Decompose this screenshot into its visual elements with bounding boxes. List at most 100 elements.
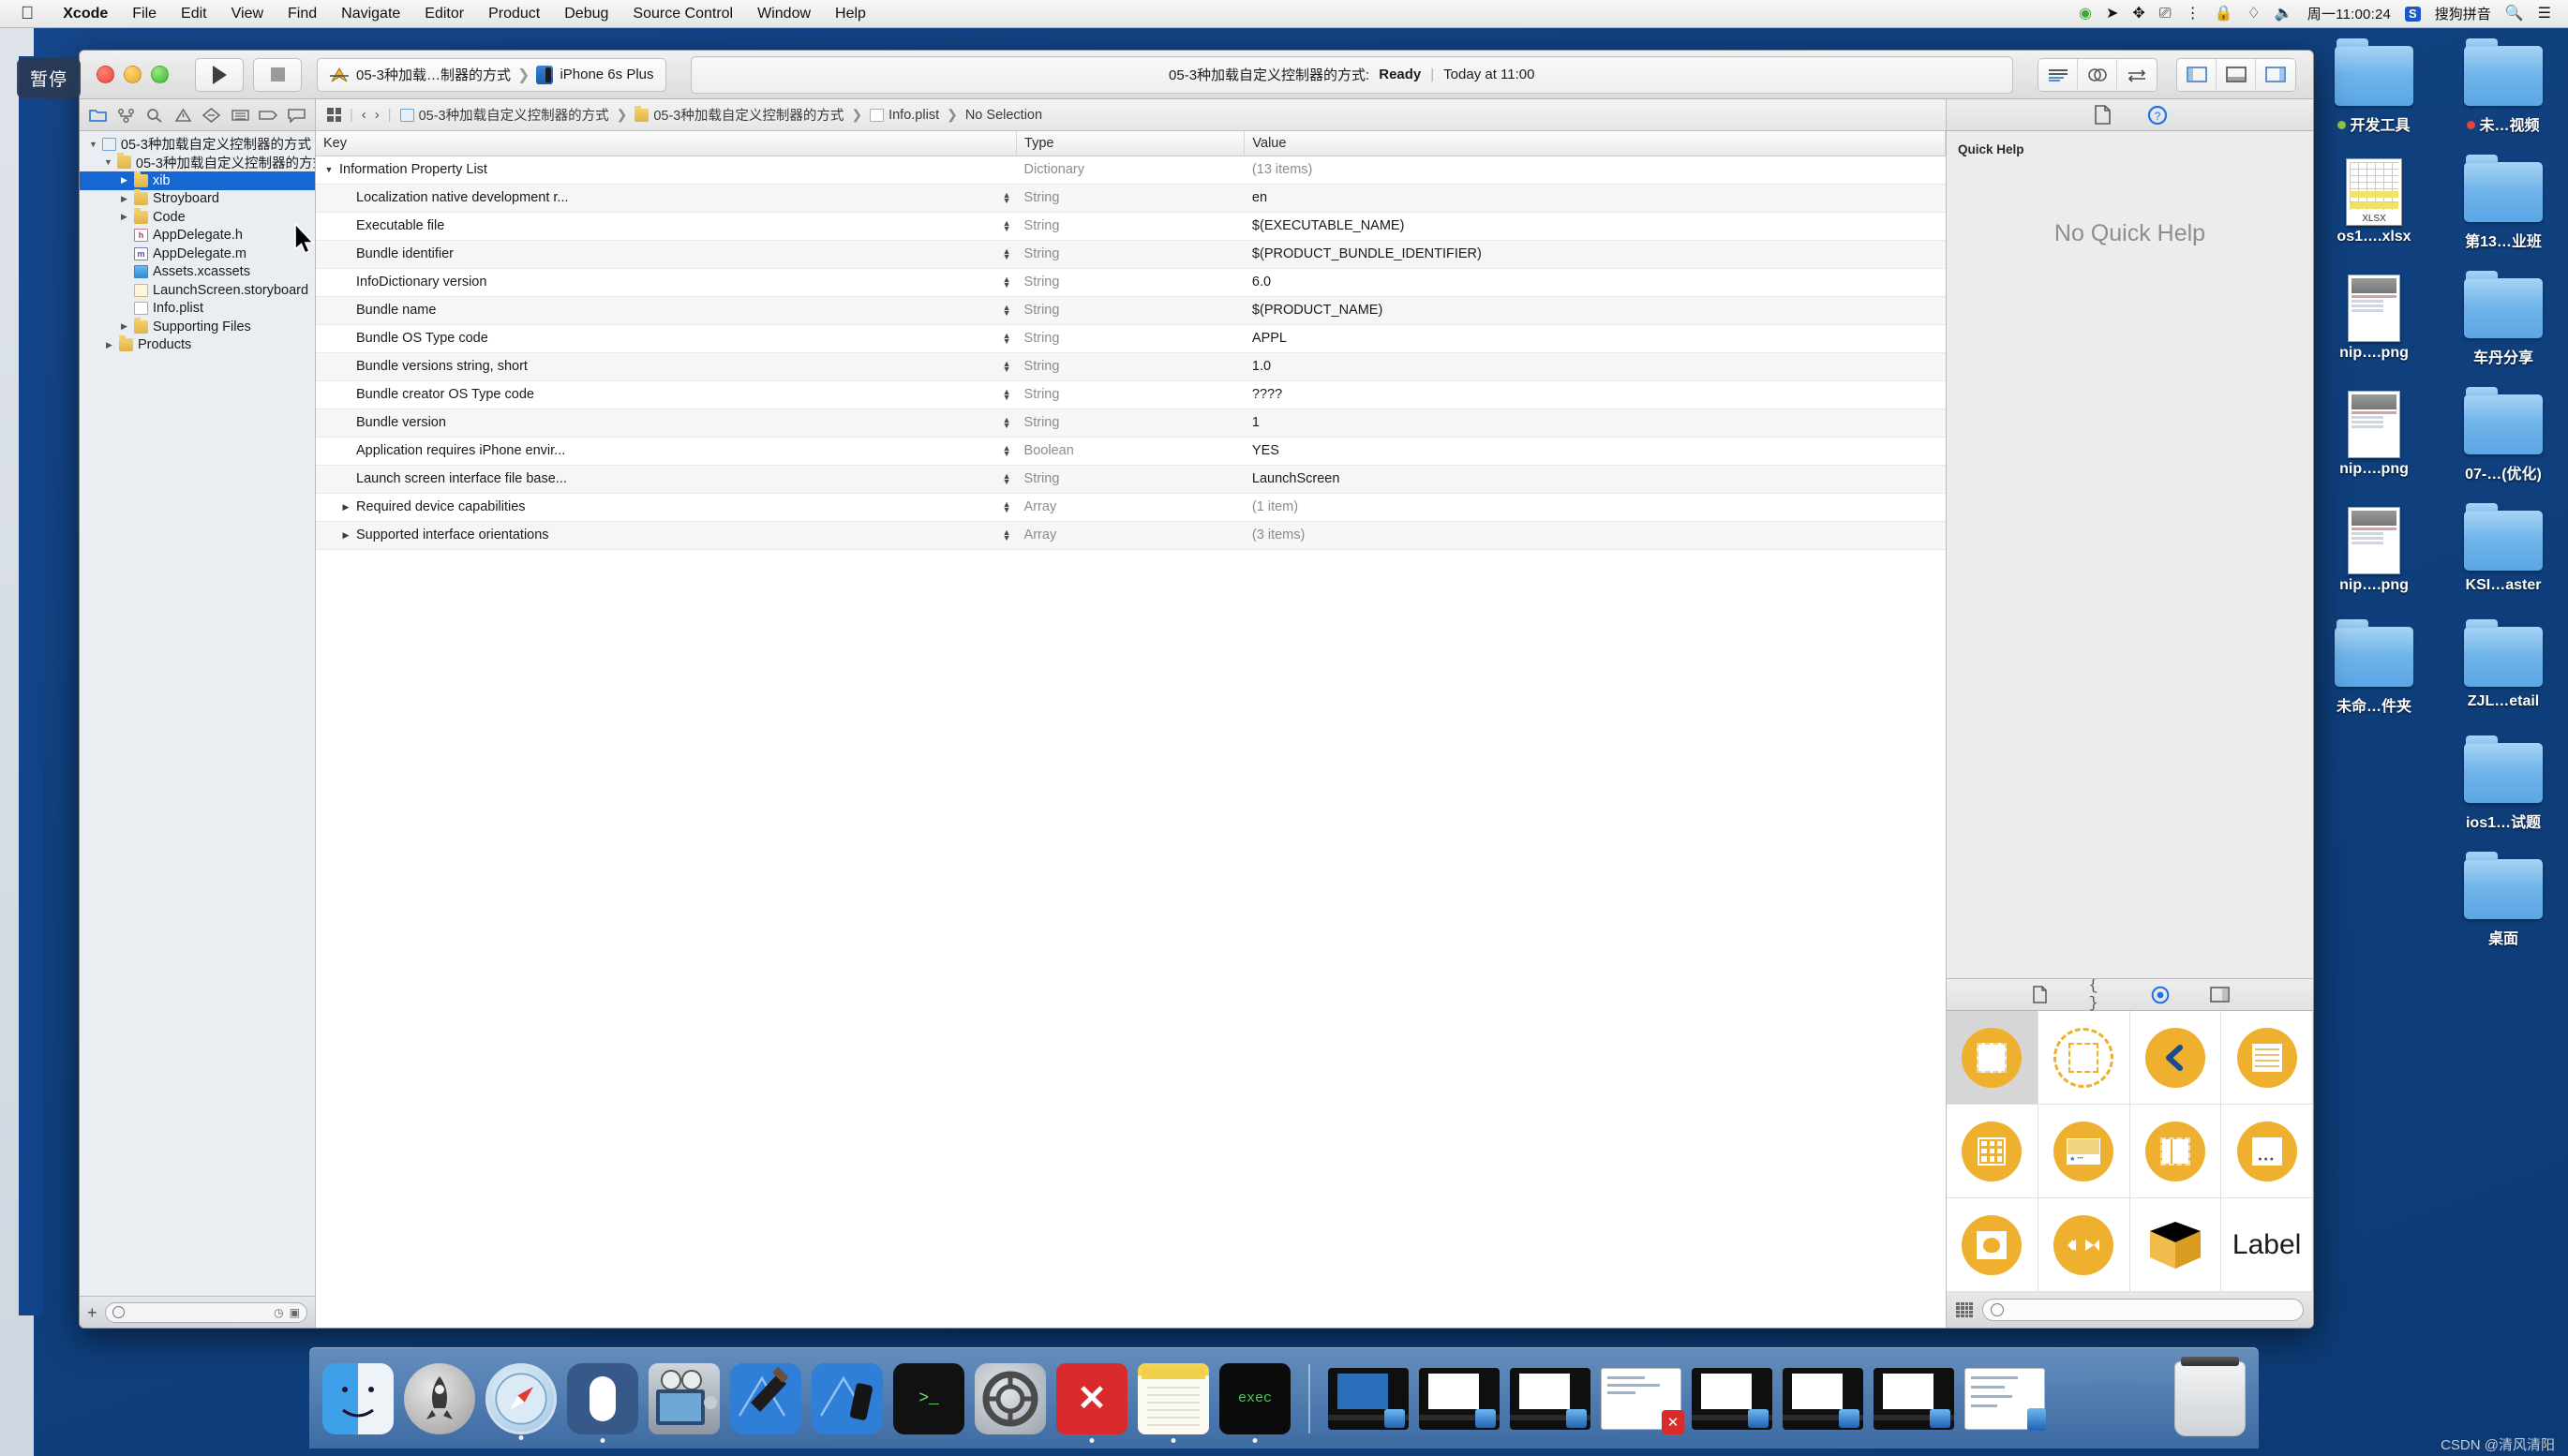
plist-column-header[interactable]: Key: [316, 131, 1018, 156]
back-button[interactable]: ‹: [362, 107, 366, 123]
plist-value-cell[interactable]: 6.0: [1244, 268, 1946, 297]
plist-row[interactable]: Launch screen interface file base... ▲ ▼ St…: [316, 465, 1946, 494]
plist-row[interactable]: Application requires iPhone envir... ▲ ▼ Bo…: [316, 437, 1946, 466]
disclosure-triangle-open-icon[interactable]: ▼: [323, 165, 335, 174]
clock-icon[interactable]: ◷: [274, 1306, 283, 1319]
plist-row[interactable]: Executable file ▲ ▼ String $(EXECUTABLE_NAME…: [316, 212, 1946, 241]
code-snippet-library-tab[interactable]: { }: [2089, 977, 2112, 1013]
stop-button[interactable]: [253, 57, 302, 92]
disclosure-triangle-closed-icon[interactable]: ▶: [119, 175, 129, 186]
source-control-filter-icon[interactable]: ▣: [290, 1306, 300, 1319]
desktop-icon[interactable]: 第13…业班: [2442, 154, 2564, 264]
plist-add-stepper[interactable]: ▲ ▼: [1003, 332, 1011, 346]
plist-row[interactable]: Bundle creator OS Type code ▲ ▼ String????: [316, 380, 1946, 409]
terminal-dock-icon[interactable]: >_: [893, 1362, 964, 1434]
plist-add-stepper[interactable]: ▲ ▼: [1003, 416, 1011, 430]
minimized-window-4[interactable]: [1692, 1367, 1772, 1430]
plist-add-stepper[interactable]: ▲ ▼: [1003, 304, 1011, 318]
plist-key-cell[interactable]: Bundle creator OS Type code ▲ ▼: [316, 380, 1017, 409]
disclosure-triangle-closed-icon[interactable]: ▶: [119, 194, 129, 204]
menu-item-find[interactable]: Find: [276, 6, 329, 22]
plist-add-stepper[interactable]: ▲ ▼: [1003, 219, 1011, 233]
table-view-controller-object[interactable]: [2221, 1011, 2313, 1105]
minimize-button[interactable]: [124, 66, 142, 83]
minimized-window-6[interactable]: [1874, 1367, 1954, 1430]
related-items-icon[interactable]: [327, 108, 341, 122]
menu-item-view[interactable]: View: [219, 6, 276, 22]
navigator-row[interactable]: ▶ Code: [80, 207, 315, 227]
scheme-selector[interactable]: 05-3种加载…制器的方式 ❯ iPhone 6s Plus: [317, 57, 666, 92]
menu-item-source-control[interactable]: Source Control: [620, 6, 745, 22]
show-inspector-icon[interactable]: [2256, 58, 2295, 91]
plist-type-cell[interactable]: Boolean: [1016, 437, 1245, 466]
minimized-window-3[interactable]: [1510, 1367, 1590, 1430]
split-view-controller-object[interactable]: [2129, 1105, 2222, 1198]
file-inspector-tab[interactable]: [2092, 104, 2114, 126]
plist-type-cell[interactable]: String: [1016, 212, 1245, 241]
project-navigator-tab[interactable]: [87, 105, 108, 126]
standard-editor-icon[interactable]: [2038, 58, 2078, 91]
breadcrumb-item[interactable]: 05-3种加载自定义控制器的方式: [399, 105, 609, 125]
breakpoint-navigator-tab[interactable]: [258, 105, 278, 126]
menu-item-window[interactable]: Window: [745, 6, 823, 22]
show-navigator-icon[interactable]: [2177, 58, 2217, 91]
disclosure-triangle-closed-icon[interactable]: ▶: [119, 212, 129, 222]
plist-column-header[interactable]: Value: [1244, 131, 1946, 156]
plist-value-cell[interactable]: APPL: [1244, 324, 1946, 353]
plist-add-stepper[interactable]: ▲ ▼: [1003, 191, 1011, 205]
minimized-window-5[interactable]: [1783, 1367, 1863, 1430]
plist-add-stepper[interactable]: ▲ ▼: [1003, 275, 1011, 290]
file-template-library-tab[interactable]: [2029, 984, 2052, 1006]
plist-type-cell[interactable]: String: [1016, 380, 1245, 409]
issue-navigator-tab[interactable]: [172, 105, 193, 126]
plist-row[interactable]: Bundle version ▲ ▼ String 1: [316, 409, 1946, 438]
plist-key-cell[interactable]: Localization native development r... ▲ ▼: [316, 184, 1017, 213]
volume-icon[interactable]: 🔈: [2275, 6, 2293, 22]
plist-value-cell[interactable]: en: [1244, 184, 1946, 213]
menu-item-xcode[interactable]: Xcode: [51, 6, 120, 22]
bluetooth-icon[interactable]: ✥: [2132, 6, 2144, 22]
plist-type-cell[interactable]: String: [1016, 184, 1245, 213]
plist-type-cell[interactable]: String: [1016, 296, 1245, 325]
xcode-beta-dock-icon[interactable]: [812, 1362, 883, 1434]
view-controller-object[interactable]: [1947, 1011, 2038, 1105]
plist-value-cell[interactable]: $(PRODUCT_NAME): [1244, 296, 1946, 325]
disclosure-triangle-open-icon[interactable]: ▼: [104, 157, 112, 167]
navigator-row[interactable]: ▶ Products: [80, 335, 315, 355]
plist-type-cell[interactable]: String: [1016, 352, 1245, 381]
disclosure-triangle-closed-icon[interactable]: ▶: [104, 340, 114, 350]
navigator-row[interactable]: ▶ Stroyboard: [80, 189, 315, 209]
source-control-navigator-tab[interactable]: [116, 105, 137, 126]
symbol-navigator-tab[interactable]: [144, 105, 165, 126]
breadcrumb-item[interactable]: 05-3种加载自定义控制器的方式: [635, 105, 844, 125]
breadcrumb-item[interactable]: Info.plist: [870, 108, 939, 123]
menu-bar-clock[interactable]: 周一11:00:24: [2307, 4, 2391, 23]
plist-value-cell[interactable]: 1: [1244, 409, 1946, 438]
input-method-label[interactable]: 搜狗拼音: [2435, 4, 2491, 23]
navigation-controller-object[interactable]: [2129, 1011, 2222, 1105]
plist-add-stepper[interactable]: ▲ ▼: [1003, 388, 1011, 402]
object-cube[interactable]: [2129, 1198, 2222, 1292]
plist-add-stepper[interactable]: ▲ ▼: [1003, 444, 1011, 458]
menu-item-editor[interactable]: Editor: [412, 6, 476, 22]
xmind-dock-icon[interactable]: ✕: [1056, 1362, 1127, 1434]
desktop-icon[interactable]: XLSX os1….xlsx: [2313, 154, 2435, 264]
navigator-row[interactable]: m AppDelegate.m: [80, 245, 315, 263]
plist-value-cell[interactable]: (1 item): [1244, 493, 1946, 522]
media-library-tab[interactable]: [2209, 984, 2232, 1006]
plist-type-cell[interactable]: Array: [1016, 521, 1245, 550]
disclosure-triangle-closed-icon[interactable]: ▶: [340, 502, 351, 513]
plist-row[interactable]: InfoDictionary version ▲ ▼ String 6.0: [316, 268, 1946, 297]
navigator-filter-field[interactable]: ◷ ▣: [104, 1301, 307, 1323]
plist-row[interactable]: Localization native development r... ▲ ▼ St…: [316, 184, 1946, 213]
finder-dock-icon[interactable]: [322, 1362, 394, 1434]
plist-type-cell[interactable]: Dictionary: [1016, 156, 1245, 185]
plist-value-cell[interactable]: $(PRODUCT_BUNDLE_IDENTIFIER): [1244, 240, 1946, 269]
grid-layout-icon[interactable]: [1956, 1302, 1973, 1317]
desktop-icon[interactable]: nip….png: [2313, 270, 2435, 380]
launchpad-dock-icon[interactable]: [404, 1362, 475, 1434]
plist-value-cell[interactable]: ????: [1244, 380, 1946, 409]
library-filter-field[interactable]: [1982, 1299, 2304, 1321]
close-button[interactable]: [97, 66, 114, 83]
add-file-button[interactable]: +: [87, 1304, 97, 1321]
